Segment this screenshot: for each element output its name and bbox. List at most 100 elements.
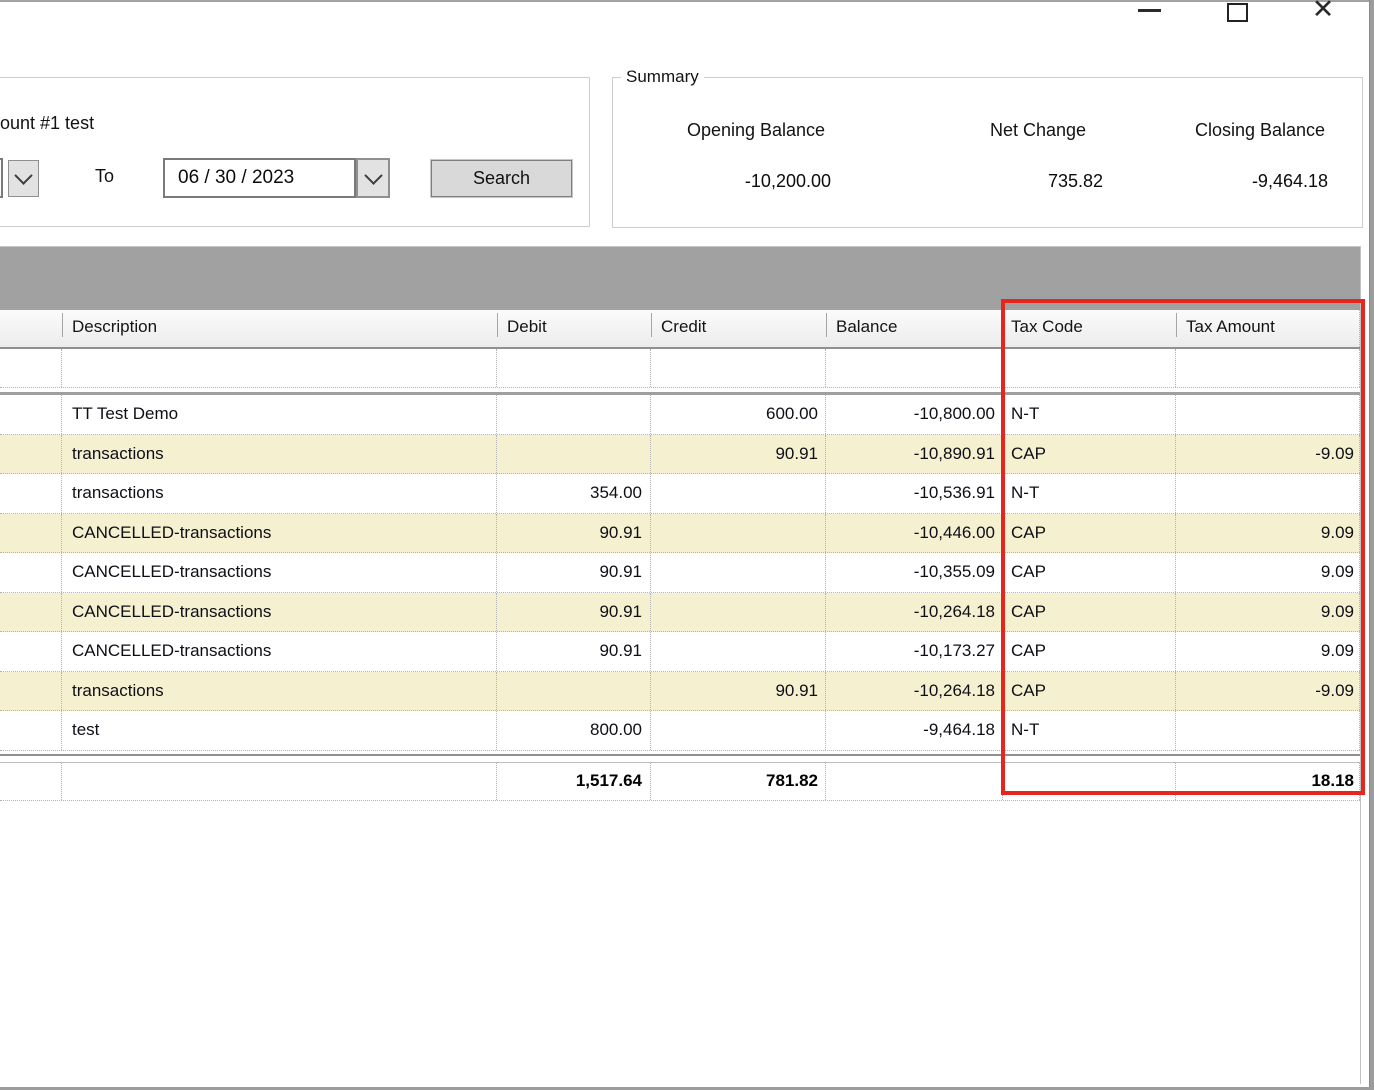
cell-credit[interactable] xyxy=(651,474,826,513)
cell-balance[interactable]: -10,536.91 xyxy=(826,474,1003,513)
to-date-input[interactable]: 06 / 30 / 2023 xyxy=(163,158,356,198)
transaction-row[interactable]: CANCELLED-transactions 90.91 -10,173.27 … xyxy=(0,632,1360,672)
cell-tax-amount[interactable] xyxy=(1176,349,1360,387)
cell-tax-amount[interactable]: 9.09 xyxy=(1176,632,1360,671)
transaction-row[interactable]: CANCELLED-transactions 90.91 -10,355.09 … xyxy=(0,553,1360,593)
cell-debit[interactable]: 90.91 xyxy=(497,514,651,553)
cell-balance[interactable]: -10,264.18 xyxy=(826,593,1003,632)
totals-tax-amount: 18.18 xyxy=(1176,763,1360,800)
cell-balance[interactable]: -9,464.18 xyxy=(826,711,1003,750)
maximize-icon[interactable] xyxy=(1227,3,1248,22)
cell-blank[interactable] xyxy=(0,632,62,671)
cell-tax-code[interactable]: CAP xyxy=(1003,672,1176,711)
cell-debit[interactable] xyxy=(497,672,651,711)
cell-tax-code[interactable] xyxy=(1003,349,1176,387)
toolbar-band xyxy=(0,246,1360,311)
cell-tax-amount[interactable]: 9.09 xyxy=(1176,593,1360,632)
cell-debit[interactable] xyxy=(497,349,651,387)
cell-description[interactable]: transactions xyxy=(62,672,497,711)
column-header-tax-amount[interactable]: Tax Amount xyxy=(1176,310,1360,347)
cell-balance[interactable]: -10,890.91 xyxy=(826,435,1003,474)
cell-tax-code[interactable]: CAP xyxy=(1003,435,1176,474)
cell-tax-code[interactable]: CAP xyxy=(1003,553,1176,592)
cell-tax-code[interactable]: CAP xyxy=(1003,593,1176,632)
cell-tax-code[interactable]: CAP xyxy=(1003,632,1176,671)
net-change-label: Net Change xyxy=(943,120,1133,141)
cell-tax-amount[interactable] xyxy=(1176,474,1360,513)
cell-blank[interactable] xyxy=(0,553,62,592)
cell-balance[interactable]: -10,800.00 xyxy=(826,395,1003,434)
column-header-description[interactable]: Description xyxy=(62,310,497,347)
cell-balance[interactable]: -10,446.00 xyxy=(826,514,1003,553)
transaction-row[interactable]: transactions 354.00 -10,536.91 N-T xyxy=(0,474,1360,514)
cell-debit[interactable]: 800.00 xyxy=(497,711,651,750)
cell-description[interactable]: CANCELLED-transactions xyxy=(62,514,497,553)
cell-balance[interactable]: -10,355.09 xyxy=(826,553,1003,592)
column-header-tax-code[interactable]: Tax Code xyxy=(1003,310,1176,347)
cell-description[interactable]: CANCELLED-transactions xyxy=(62,553,497,592)
cell-credit[interactable] xyxy=(651,593,826,632)
cell-tax-amount[interactable]: -9.09 xyxy=(1176,435,1360,474)
transaction-row[interactable]: transactions 90.91 -10,264.18 CAP -9.09 xyxy=(0,672,1360,712)
transaction-row[interactable]: TT Test Demo 600.00 -10,800.00 N-T xyxy=(0,395,1360,435)
cell-credit[interactable]: 90.91 xyxy=(651,672,826,711)
cell-blank[interactable] xyxy=(0,474,62,513)
cell-description[interactable]: test xyxy=(62,711,497,750)
cell-credit[interactable] xyxy=(651,553,826,592)
transaction-row[interactable]: test 800.00 -9,464.18 N-T xyxy=(0,711,1360,751)
cell-tax-code[interactable]: CAP xyxy=(1003,514,1176,553)
cell-blank[interactable] xyxy=(0,395,62,434)
cell-debit[interactable]: 90.91 xyxy=(497,553,651,592)
cell-blank[interactable] xyxy=(0,711,62,750)
minimize-icon[interactable] xyxy=(1138,9,1161,12)
cell-blank[interactable] xyxy=(0,514,62,553)
window-border-right xyxy=(1369,0,1374,1090)
cell-tax-code[interactable]: N-T xyxy=(1003,711,1176,750)
from-date-field-fragment[interactable] xyxy=(0,158,3,198)
cell-blank[interactable] xyxy=(0,672,62,711)
transaction-row[interactable]: transactions 90.91 -10,890.91 CAP -9.09 xyxy=(0,435,1360,475)
cell-credit[interactable] xyxy=(651,632,826,671)
from-date-dropdown-button[interactable] xyxy=(8,160,39,197)
column-header-debit[interactable]: Debit xyxy=(497,310,651,347)
cell-tax-amount[interactable]: 9.09 xyxy=(1176,514,1360,553)
cell-description[interactable] xyxy=(62,349,497,387)
cell-credit[interactable] xyxy=(651,514,826,553)
cell-credit[interactable] xyxy=(651,349,826,387)
to-date-dropdown-button[interactable] xyxy=(356,158,390,198)
cell-description[interactable]: transactions xyxy=(62,474,497,513)
cell-debit[interactable] xyxy=(497,435,651,474)
cell-tax-amount[interactable] xyxy=(1176,395,1360,434)
cell-description[interactable]: TT Test Demo xyxy=(62,395,497,434)
search-button[interactable]: Search xyxy=(431,160,572,197)
column-header-credit[interactable]: Credit xyxy=(651,310,826,347)
cell-blank[interactable] xyxy=(0,349,62,387)
transaction-row[interactable]: CANCELLED-transactions 90.91 -10,446.00 … xyxy=(0,514,1360,554)
cell-blank[interactable] xyxy=(0,435,62,474)
cell-balance[interactable]: -10,264.18 xyxy=(826,672,1003,711)
column-header-balance[interactable]: Balance xyxy=(826,310,1003,347)
new-entry-row[interactable] xyxy=(0,349,1360,388)
close-icon[interactable]: ✕ xyxy=(1308,0,1338,24)
cell-credit[interactable]: 600.00 xyxy=(651,395,826,434)
cell-balance[interactable]: -10,173.27 xyxy=(826,632,1003,671)
cell-balance[interactable] xyxy=(826,349,1003,387)
cell-tax-amount[interactable]: -9.09 xyxy=(1176,672,1360,711)
cell-tax-amount[interactable] xyxy=(1176,711,1360,750)
cell-blank[interactable] xyxy=(0,593,62,632)
cell-description[interactable]: CANCELLED-transactions xyxy=(62,593,497,632)
cell-description[interactable]: CANCELLED-transactions xyxy=(62,632,497,671)
cell-debit[interactable]: 90.91 xyxy=(497,632,651,671)
cell-tax-amount[interactable]: 9.09 xyxy=(1176,553,1360,592)
cell-debit[interactable]: 90.91 xyxy=(497,593,651,632)
cell-tax-code[interactable]: N-T xyxy=(1003,395,1176,434)
cell-debit[interactable]: 354.00 xyxy=(497,474,651,513)
cell-tax-code[interactable]: N-T xyxy=(1003,474,1176,513)
cell-debit[interactable] xyxy=(497,395,651,434)
column-header-blank[interactable] xyxy=(0,310,62,347)
chevron-down-icon xyxy=(14,166,32,184)
transaction-row[interactable]: CANCELLED-transactions 90.91 -10,264.18 … xyxy=(0,593,1360,633)
cell-credit[interactable]: 90.91 xyxy=(651,435,826,474)
cell-description[interactable]: transactions xyxy=(62,435,497,474)
cell-credit[interactable] xyxy=(651,711,826,750)
